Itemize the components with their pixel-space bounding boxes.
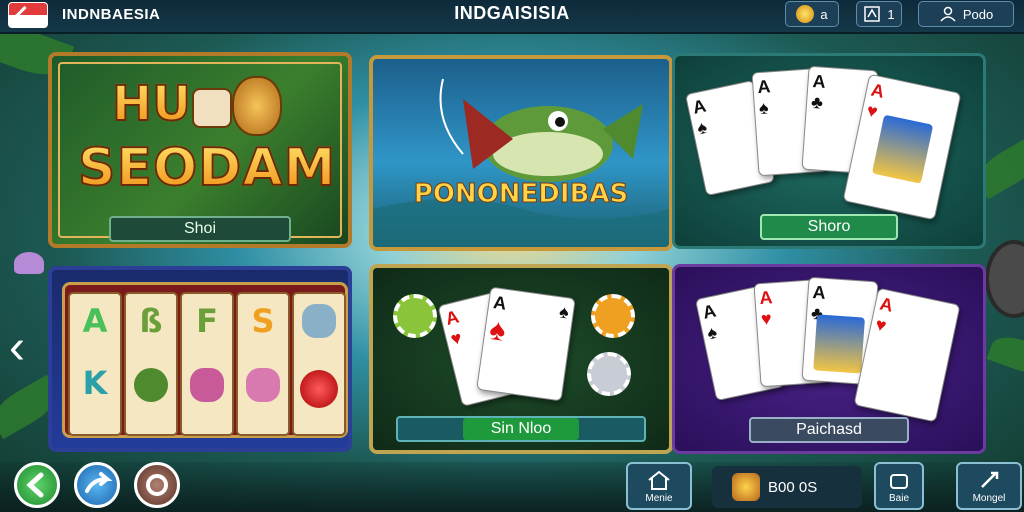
slot-reel: A K — [68, 292, 122, 436]
stone-wheel — [985, 240, 1024, 318]
record-button[interactable] — [134, 462, 180, 508]
pirate-mascot — [192, 88, 232, 128]
game-card-label: Shoro — [760, 214, 898, 240]
poker-chip — [591, 294, 635, 338]
back-button[interactable] — [14, 462, 60, 508]
slot-symbol: A — [82, 302, 108, 340]
slot-symbol: K — [82, 364, 108, 402]
bag-button-label: Baie — [888, 493, 909, 504]
user-icon — [940, 6, 956, 22]
settings-button-label: Mongel — [972, 493, 1006, 504]
game-card-label: Sin Nloo — [396, 416, 646, 442]
coin-pill-label: a — [820, 6, 828, 22]
game-card-slots[interactable]: A K ß F S — [48, 266, 352, 452]
share-icon — [85, 472, 113, 493]
coin-balance: B00 0S — [712, 466, 862, 508]
bag-button[interactable]: Baie — [874, 462, 924, 510]
user-pill-label: Podo — [962, 6, 994, 22]
bag-icon — [890, 474, 908, 489]
home-button-label: Menie — [645, 493, 673, 504]
slot-reel: S — [236, 292, 290, 436]
slot-reel: F — [180, 292, 234, 436]
poker-chip — [587, 352, 631, 396]
slot-symbol-frog — [134, 368, 168, 402]
grid-pill-label: 1 — [887, 6, 895, 22]
slot-symbol-creature — [190, 368, 224, 402]
slot-reel — [292, 292, 346, 436]
jungle-leaf — [986, 330, 1024, 380]
back-arrow-icon — [26, 472, 44, 498]
card-face-portrait — [871, 114, 934, 184]
game-card-shoro[interactable]: A ♠ A ♠ A ♣ A ♥ Shoro — [672, 53, 986, 249]
poker-chip — [393, 294, 437, 338]
card-face-portrait — [813, 314, 865, 374]
settings-button[interactable]: Mongel — [956, 462, 1022, 510]
game-title-line-1: HU — [111, 75, 192, 133]
coin-icon — [796, 5, 815, 23]
game-card-label-text: Sin Nloo — [462, 418, 580, 440]
mushroom-decoration — [14, 252, 44, 274]
share-button[interactable] — [74, 462, 120, 508]
home-icon — [648, 470, 670, 490]
slot-symbol-creature — [246, 368, 280, 402]
game-card-fishing[interactable]: PONONEDIBAS — [369, 55, 673, 251]
game-card-paichasd[interactable]: A ♠ A ♥ A ♣ A ♥ Paichasd — [672, 264, 986, 454]
slot-symbol: S — [251, 302, 275, 340]
slot-reel: ß — [124, 292, 178, 436]
game-title: PONONEDIBAS — [413, 179, 629, 210]
coin-pill[interactable]: a — [785, 1, 839, 27]
settings-icon — [981, 471, 999, 488]
back-arrow-icon[interactable] — [8, 2, 48, 28]
game-card-hu-seodam[interactable]: HU SEODAM Shoi — [48, 52, 352, 248]
slot-symbol-ball — [300, 370, 338, 408]
game-card-label: Paichasd — [749, 417, 909, 443]
grid-pill[interactable]: 1 — [856, 1, 902, 27]
game-card-sin-nloo[interactable]: A ♥ A ♠ ♠ Sin Nloo — [369, 264, 673, 454]
game-card-label: Shoi — [109, 216, 291, 242]
brand-name: INDNBAESIA — [62, 6, 161, 23]
slot-symbol-fish — [302, 304, 336, 338]
record-icon — [146, 474, 168, 496]
pineapple-mascot — [232, 76, 282, 136]
grid-icon — [864, 6, 881, 22]
coin-balance-value: B00 0S — [768, 478, 818, 496]
slot-symbol: ß — [139, 302, 163, 340]
playing-card-ace-spades: A ♠ ♠ — [476, 286, 576, 402]
slot-symbol: F — [196, 302, 218, 340]
home-button[interactable]: Menie — [626, 462, 692, 510]
chevron-left-icon[interactable]: ‹ — [0, 318, 34, 380]
chest-icon — [732, 473, 760, 501]
game-title-line-2: SEODAM — [77, 137, 337, 199]
fish-illustration — [373, 78, 669, 247]
top-bar: INDNBAESIA INDGAISISIA a 1 Podo — [0, 0, 1024, 34]
user-pill[interactable]: Podo — [918, 1, 1014, 27]
